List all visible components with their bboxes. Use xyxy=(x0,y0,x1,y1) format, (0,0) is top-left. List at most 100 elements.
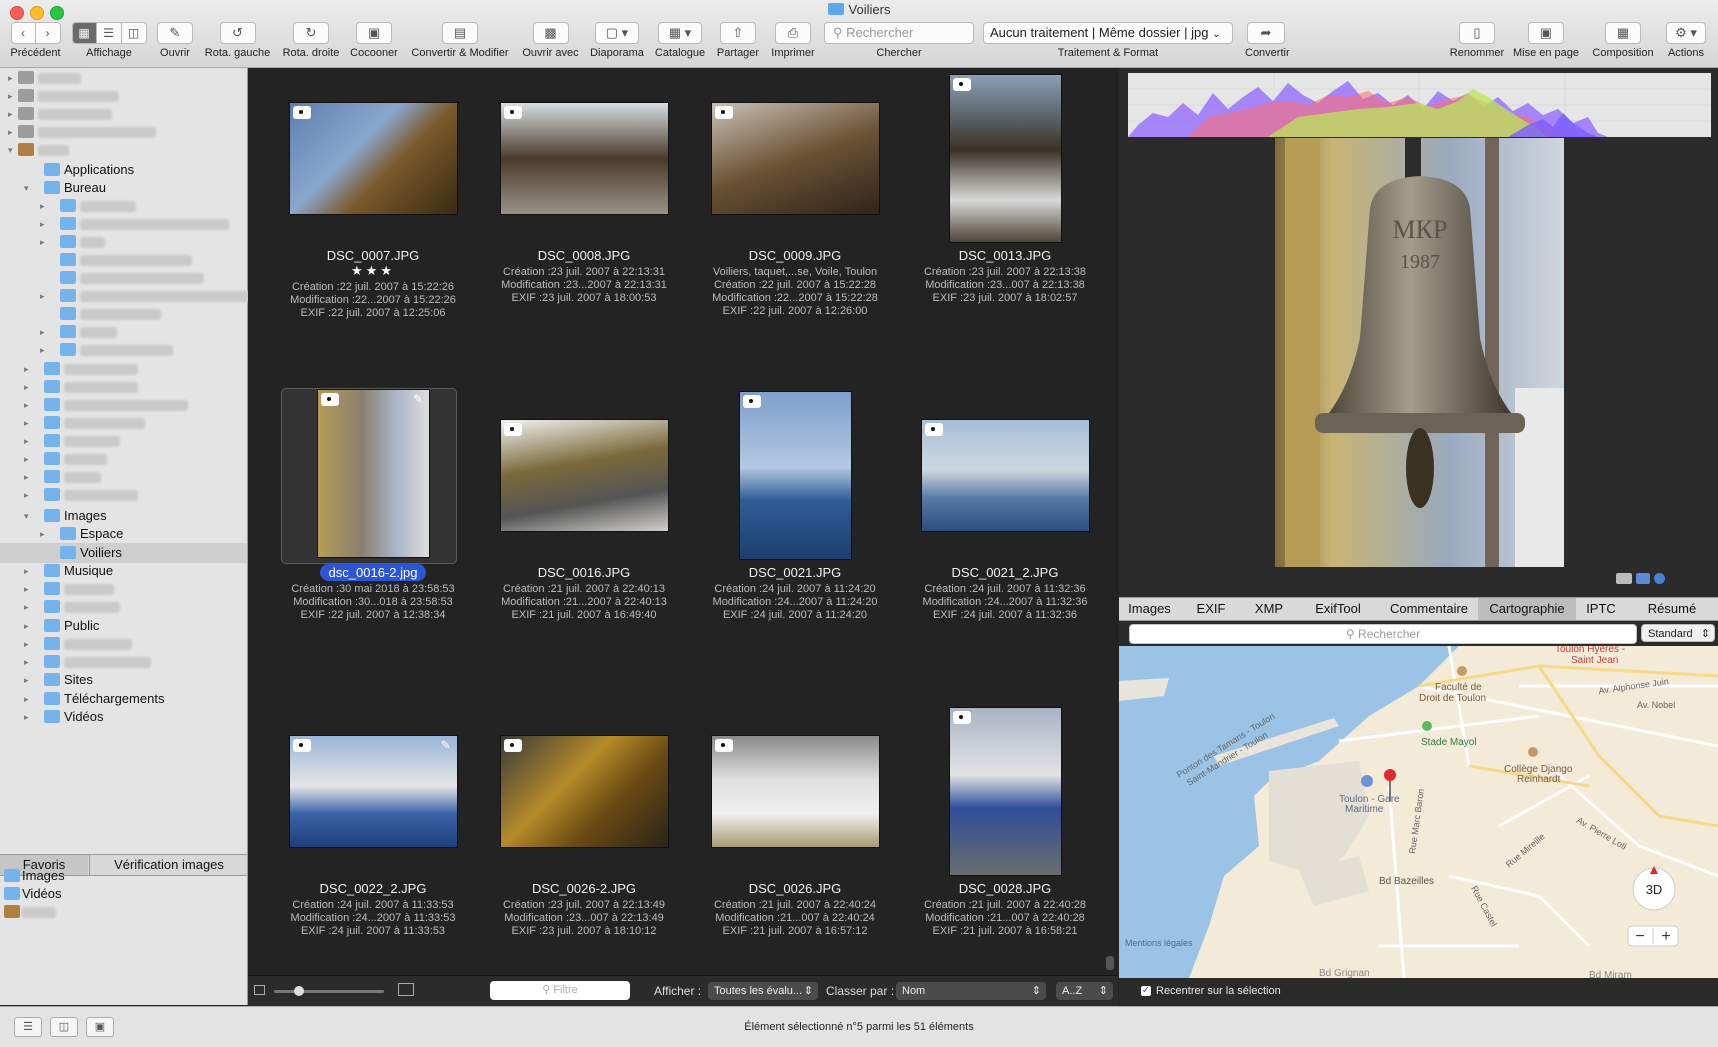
zoom-out-icon[interactable]: − xyxy=(1635,928,1644,945)
tab-xmp[interactable]: XMP xyxy=(1242,598,1296,620)
thumbnail-size-slider[interactable] xyxy=(274,986,384,996)
thumbnail-item[interactable]: DSC_0008.JPG Création :23 juil. 2007 à 22… xyxy=(479,68,689,368)
mise-en-page-button[interactable]: ▣ Mise en page xyxy=(1510,22,1582,59)
grid-view-icon[interactable]: ▦ xyxy=(71,22,97,44)
sidebar-item[interactable]: ▸ Vidéos xyxy=(0,707,247,727)
favorite-item[interactable]: Images xyxy=(0,866,247,886)
favorite-item[interactable]: macof xyxy=(0,902,247,922)
disclosure-closed-icon[interactable]: ▸ xyxy=(40,524,45,544)
thumbnail-image[interactable] xyxy=(949,75,1061,242)
thumbnail-item[interactable]: DSC_0021_2.JPG Création :24 juil. 2007 à … xyxy=(900,385,1110,685)
sidebar-item[interactable]: ▸ Présentation DC xyxy=(0,340,247,360)
thumbnail-item[interactable]: ✎ DSC_0022_2.JPG Création :24 juil. 2007 à… xyxy=(268,701,478,1001)
sidebar-item[interactable]: ▸ Téléchargements xyxy=(0,689,247,709)
sidebar-item[interactable]: ▸ Musique xyxy=(0,561,247,581)
sidebar-item[interactable]: ▸ GraphicConverter 10 xyxy=(0,122,247,142)
disclosure-closed-icon[interactable]: ▸ xyxy=(40,286,45,306)
thumbnail-item[interactable]: DSC_0028.JPG Création :21 juil. 2007 à 22… xyxy=(900,701,1110,1001)
map-mentions-legales-link[interactable]: Mentions légales xyxy=(1125,938,1193,948)
sidebar-item[interactable]: ▸ Exemple d'arbre généalogique xyxy=(0,286,254,306)
disclosure-closed-icon[interactable]: ▸ xyxy=(24,561,29,581)
sidebar-item[interactable]: ▸ Google Drive xyxy=(0,485,247,505)
disclosure-closed-icon[interactable]: ▸ xyxy=(8,68,13,88)
sidebar-item[interactable]: ▸ Activites personnalisees xyxy=(0,214,247,234)
disclosure-closed-icon[interactable]: ▸ xyxy=(8,104,13,124)
map-view[interactable]: Toulon Hyères - Saint Jean Faculté de Dr… xyxy=(1119,646,1718,978)
disclosure-closed-icon[interactable]: ▸ xyxy=(40,340,45,360)
ferry-poi-icon[interactable] xyxy=(1361,775,1373,787)
info-icon[interactable] xyxy=(1654,573,1665,584)
sidebar-item[interactable]: ▸ Shared with me xyxy=(0,652,247,672)
disclosure-closed-icon[interactable]: ▸ xyxy=(24,413,29,433)
imprimer-button[interactable]: ⎙ Imprimer xyxy=(767,22,819,59)
filmstrip-view-icon[interactable]: ◫ xyxy=(121,22,147,44)
thumbnail-item[interactable]: DSC_0026.JPG Création :21 juil. 2007 à 22… xyxy=(690,701,900,1001)
thumbnail-item[interactable]: DSC_0013.JPG Création :23 juil. 2007 à 22… xyxy=(900,68,1110,368)
sidebar-item[interactable]: ▸ BBBB xyxy=(0,232,247,252)
thumbnail-image[interactable] xyxy=(318,390,429,557)
disclosure-open-icon[interactable]: ▾ xyxy=(24,178,29,198)
sidebar-item[interactable]: ▸ Github xyxy=(0,467,247,487)
thumbnail-image[interactable] xyxy=(500,736,668,847)
classer-par-select[interactable]: Nom ⇕ xyxy=(896,982,1046,1000)
thumbnail-image[interactable] xyxy=(739,392,851,559)
faculty-poi-icon[interactable] xyxy=(1457,666,1467,676)
disclosure-open-icon[interactable]: ▾ xyxy=(8,140,13,160)
disclosure-closed-icon[interactable]: ▸ xyxy=(24,652,29,672)
disclosure-closed-icon[interactable]: ▸ xyxy=(24,634,29,654)
disclosure-closed-icon[interactable]: ▸ xyxy=(8,86,13,106)
back-button[interactable]: ‹ xyxy=(10,22,36,44)
thumbnail-item[interactable]: DSC_0009.JPG Voiliers, taquet,...se, Voil… xyxy=(690,68,900,368)
sidebar-item[interactable]: dossier sans titre 2 xyxy=(0,268,247,288)
tab-exiftool[interactable]: ExifTool xyxy=(1296,598,1380,620)
rating-stars[interactable]: ★★★ xyxy=(268,263,478,279)
grid-scrollbar[interactable] xyxy=(1106,956,1114,970)
tab-cartographie[interactable]: Cartographie xyxy=(1478,598,1576,620)
small-thumb-icon[interactable] xyxy=(254,985,265,995)
slider-knob[interactable] xyxy=(294,986,304,996)
college-poi-icon[interactable] xyxy=(1528,747,1538,757)
disclosure-closed-icon[interactable]: ▸ xyxy=(24,689,29,709)
toolbar-search-input[interactable]: ⚲ Rechercher xyxy=(824,22,974,44)
disclosure-closed-icon[interactable]: ▸ xyxy=(24,597,29,617)
thumbnail-image[interactable] xyxy=(289,736,457,847)
disclosure-closed-icon[interactable]: ▸ xyxy=(24,707,29,727)
histogram-toggle-icon[interactable] xyxy=(1636,573,1650,584)
map-search-input[interactable]: ⚲ Rechercher xyxy=(1129,624,1637,644)
disclosure-closed-icon[interactable]: ▸ xyxy=(24,670,29,690)
afficher-select[interactable]: Toutes les évalu... ⇕ xyxy=(708,982,818,1000)
recentrer-checkbox[interactable]: ✓ xyxy=(1141,986,1151,996)
ouvrir-button[interactable]: ✎ Ouvrir xyxy=(155,22,195,59)
tab-images[interactable]: Images xyxy=(1119,598,1180,620)
tab-commentaire[interactable]: Commentaire xyxy=(1380,598,1478,620)
thumbnail-image[interactable] xyxy=(711,103,879,214)
sidebar-item[interactable]: ▸ photos xyxy=(0,322,247,342)
forward-button[interactable]: › xyxy=(35,22,61,44)
sidebar-item[interactable]: ▸ Creative Cloud Files xyxy=(0,395,247,415)
sidebar-item[interactable]: ▸ Developpement xyxy=(0,413,247,433)
rotate-left-button[interactable]: ↺ Rota. gauche xyxy=(200,22,275,59)
disclosure-closed-icon[interactable]: ▸ xyxy=(40,214,45,234)
sidebar-item[interactable]: ▸ OneDrive xyxy=(0,579,247,599)
sidebar-item[interactable]: Applications xyxy=(0,160,247,180)
thumbnail-item[interactable]: DSC_0016.JPG Création :21 juil. 2007 à 22… xyxy=(479,385,689,685)
sidebar-item[interactable]: ▾ Bureau xyxy=(0,178,247,198)
disclosure-closed-icon[interactable]: ▸ xyxy=(24,431,29,451)
thumbnail-image[interactable] xyxy=(921,420,1089,531)
filter-input[interactable]: ⚲ Filtre xyxy=(490,981,630,1000)
sidebar-item[interactable]: ▾ macof xyxy=(0,140,247,160)
sidebar-item[interactable]: ▾ Images xyxy=(0,506,247,526)
sidebar-item[interactable]: ▸ Parallels xyxy=(0,597,247,617)
large-thumb-icon[interactable] xyxy=(398,983,414,996)
disclosure-open-icon[interactable]: ▾ xyxy=(24,506,29,526)
sidebar-item[interactable]: ▸ Time Machine xyxy=(0,104,247,124)
rotate-right-button[interactable]: ↻ Rota. droite xyxy=(278,22,344,59)
map-type-select[interactable]: Standard ⇕ xyxy=(1641,624,1715,642)
disclosure-closed-icon[interactable]: ▸ xyxy=(8,122,13,142)
disclosure-closed-icon[interactable]: ▸ xyxy=(40,196,45,216)
thumbnail-image[interactable] xyxy=(711,736,879,847)
convertir-button[interactable]: ➦ Convertir xyxy=(1245,22,1290,59)
disclosure-closed-icon[interactable]: ▸ xyxy=(24,449,29,469)
sidebar-item[interactable]: ▸ Mercure xyxy=(0,68,247,88)
thumbnail-image[interactable] xyxy=(500,420,668,531)
